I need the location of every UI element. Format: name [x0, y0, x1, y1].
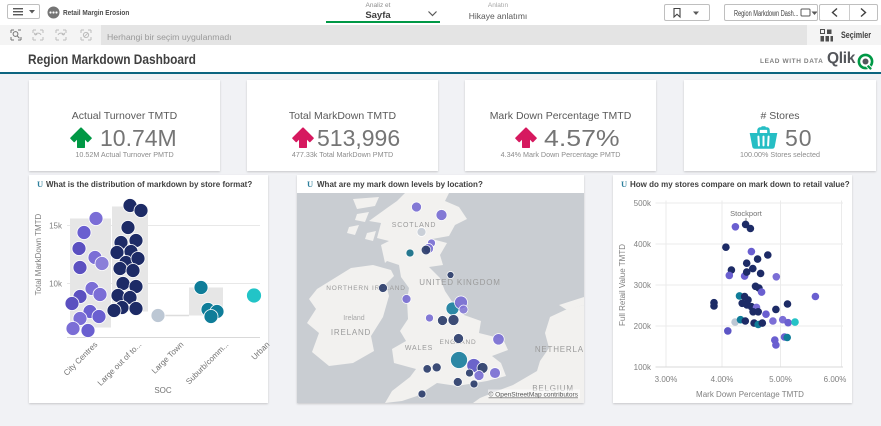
svg-text:IRELAND: IRELAND [331, 328, 371, 337]
svg-text:Mark Down Percentage TMTD: Mark Down Percentage TMTD [696, 390, 804, 399]
svg-text:200k: 200k [634, 322, 652, 331]
svg-text:400k: 400k [634, 240, 652, 249]
svg-text:SOC: SOC [154, 386, 172, 395]
svg-text:Ireland: Ireland [343, 315, 365, 322]
svg-text:Suburb/comm...: Suburb/comm... [184, 340, 230, 386]
svg-text:4.00%: 4.00% [711, 375, 734, 384]
svg-text:SCOTLAND: SCOTLAND [392, 222, 437, 229]
svg-text:NORTHERN IRELAND: NORTHERN IRELAND [326, 285, 406, 292]
svg-text:UNITED KINGDOM: UNITED KINGDOM [419, 278, 500, 287]
svg-text:WALES: WALES [405, 345, 433, 352]
svg-text:10k: 10k [49, 280, 63, 289]
svg-text:3.00%: 3.00% [655, 375, 678, 384]
svg-text:Urban: Urban [250, 340, 272, 362]
svg-text:Stockport: Stockport [730, 209, 763, 218]
svg-text:Large Town: Large Town [150, 340, 186, 376]
svg-text:15k: 15k [49, 222, 63, 231]
svg-text:6.00%: 6.00% [824, 375, 847, 384]
svg-text:City Centres: City Centres [62, 340, 99, 377]
svg-text:Total MarkDown TMTD: Total MarkDown TMTD [34, 213, 43, 295]
svg-text:Large out of to...: Large out of to... [96, 340, 144, 388]
svg-text:© OpenStreetMap contributors: © OpenStreetMap contributors [488, 391, 578, 399]
svg-text:Full Retail Value TMTD: Full Retail Value TMTD [618, 244, 627, 326]
svg-text:100k: 100k [634, 363, 652, 372]
svg-text:5.00%: 5.00% [769, 375, 792, 384]
svg-text:300k: 300k [634, 281, 652, 290]
svg-text:NETHERLANDS: NETHERLANDS [535, 345, 584, 354]
svg-text:500k: 500k [634, 199, 652, 208]
